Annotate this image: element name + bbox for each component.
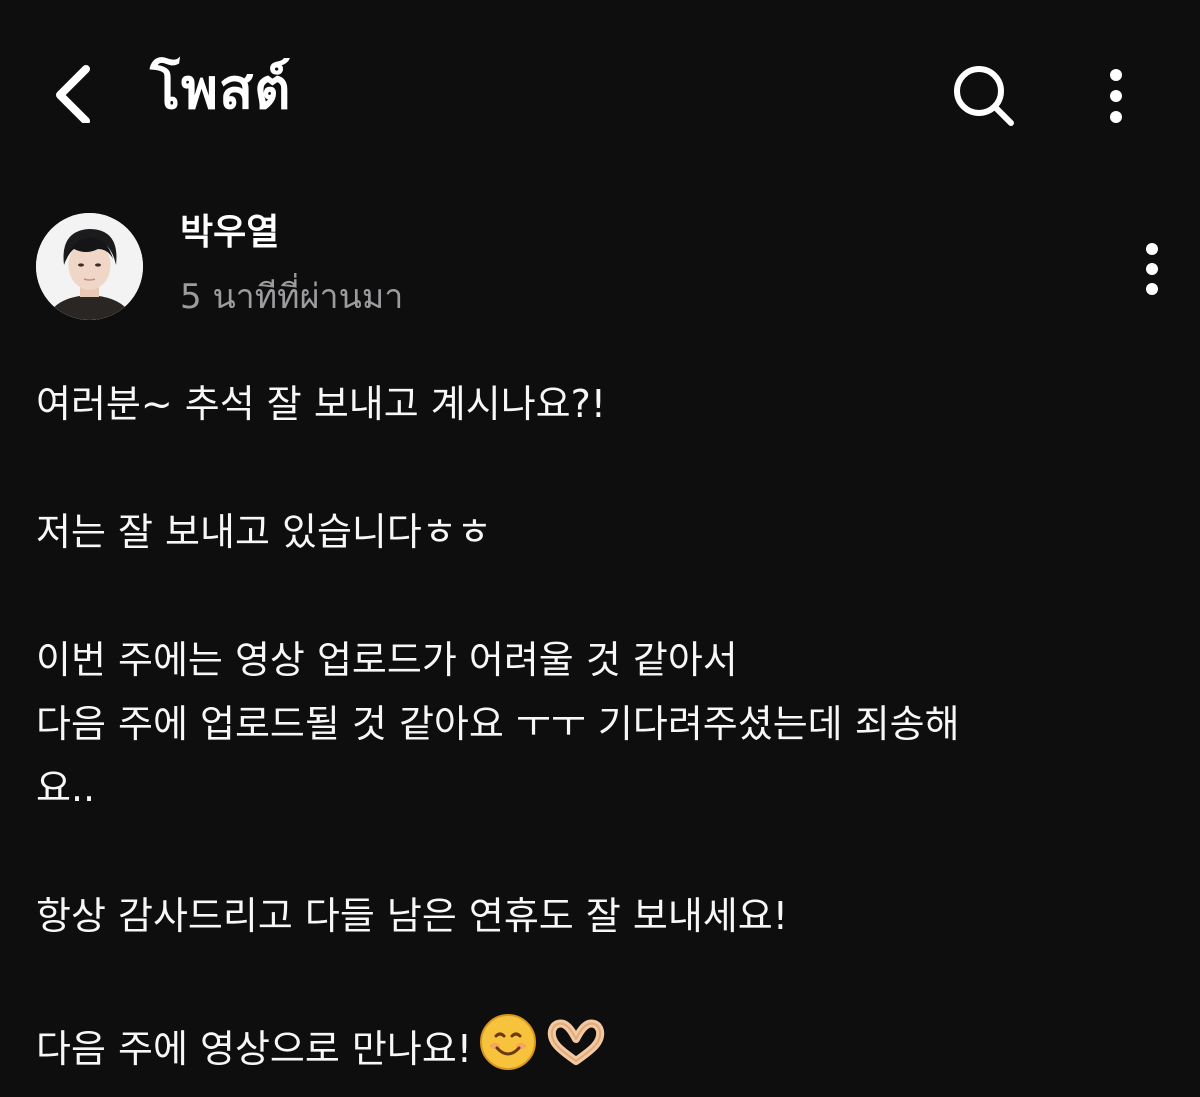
profile-photo — [36, 213, 143, 320]
post-paragraph: 다음 주에 영상으로 만나요! — [36, 1012, 1156, 1091]
post-text-line: 다음 주에 업로드될 것 같아요 ㅜㅜ 기다려주셨는데 죄송해 — [36, 702, 960, 746]
post-timestamp: 5 นาทีที่ผ่านมา — [180, 277, 404, 317]
post-text-line-with-emoji: 다음 주에 영상으로 만나요! — [36, 1012, 1156, 1091]
heart-hands-icon — [544, 1017, 608, 1086]
post-paragraph: 이번 주에는 영상 업로드가 어려울 것 같아서 다음 주에 업로드될 것 같아… — [36, 628, 1156, 820]
post-paragraph: 여러분~ 추석 잘 보내고 계시나요?! — [36, 372, 1156, 436]
author-name[interactable]: 박우열 — [180, 210, 279, 256]
avatar[interactable] — [36, 213, 143, 320]
post-text-line: 여러분~ 추석 잘 보내고 계시나요?! — [36, 382, 607, 426]
post-paragraph: 저는 잘 보내고 있습니다ㅎㅎ — [36, 500, 1156, 564]
more-vertical-icon — [1110, 69, 1122, 123]
page-title: โพสต์ — [150, 57, 292, 122]
more-vertical-icon — [1146, 243, 1158, 295]
post-header: 박우열 5 นาทีที่ผ่านมา — [0, 200, 1200, 340]
chevron-left-icon — [56, 65, 90, 123]
post-text-line: 저는 잘 보내고 있습니다ㅎㅎ — [36, 510, 492, 554]
post-text-line: 항상 감사드리고 다들 남은 연휴도 잘 보내세요! — [36, 894, 788, 938]
post-text-line: 이번 주에는 영상 업로드가 어려울 것 같아서 — [36, 638, 738, 682]
post-text-line: 요.. — [36, 766, 96, 810]
smiling-face-icon — [478, 1012, 538, 1091]
post-text: 다음 주에 영상으로 만나요! — [36, 1027, 473, 1071]
search-icon — [954, 66, 1014, 126]
post-paragraph: 항상 감사드리고 다들 남은 연휴도 잘 보내세요! — [36, 884, 1156, 948]
post-options-button[interactable] — [1124, 236, 1180, 302]
post-body: 여러분~ 추석 잘 보내고 계시나요?! 저는 잘 보내고 있습니다ㅎㅎ 이번 … — [36, 372, 1156, 1091]
top-app-bar: โพสต์ — [0, 0, 1200, 190]
back-button[interactable] — [36, 58, 106, 128]
search-button[interactable] — [946, 58, 1022, 134]
more-options-button[interactable] — [1086, 58, 1146, 134]
